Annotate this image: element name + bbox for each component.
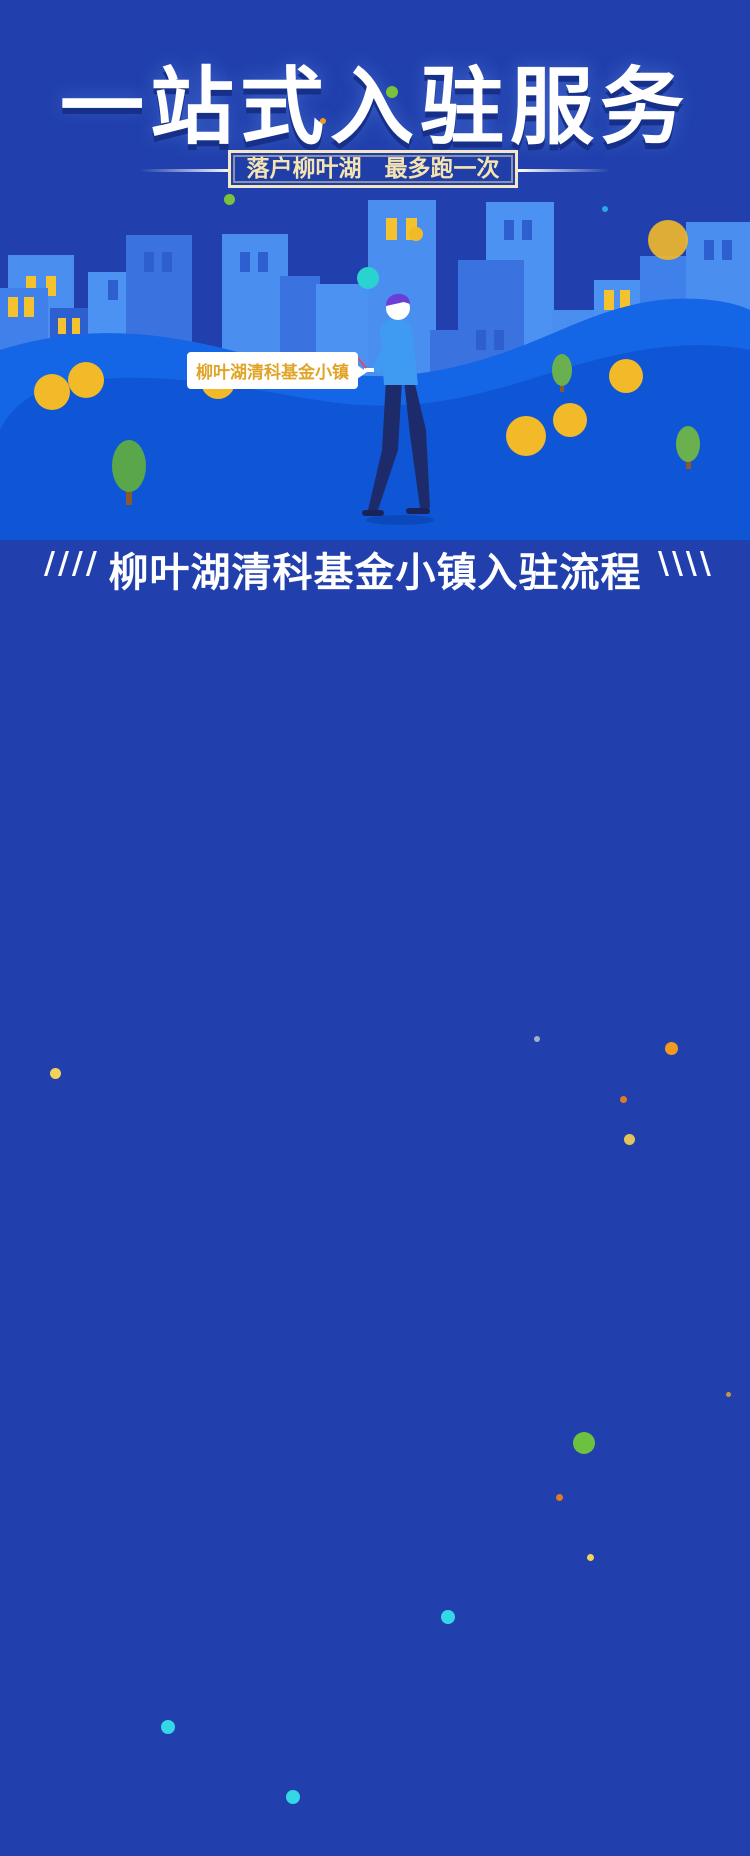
- process-heading: 柳叶湖清科基金小镇入驻流程: [108, 550, 642, 596]
- sparkle-dot: [386, 86, 398, 98]
- sparkle-dot: [534, 1036, 540, 1042]
- city-illustration: [0, 200, 750, 540]
- subtitle-line-left: [140, 169, 232, 172]
- sparkle-dot: [665, 1042, 678, 1055]
- sparkle-dot: [602, 206, 608, 212]
- sparkle-dot: [50, 1068, 61, 1079]
- sparkle-dot: [286, 1790, 300, 1804]
- hero-title: 一站式入驻服务: [59, 58, 690, 156]
- sparkle-dot: [726, 1392, 731, 1397]
- sparkle-dot: [620, 1096, 627, 1103]
- subtitle-line-right: [518, 169, 610, 172]
- slashes-right: \\\\: [658, 546, 714, 581]
- sparkle-dot: [441, 1610, 455, 1624]
- sparkle-dot: [587, 1554, 594, 1561]
- teal-dot: [357, 267, 379, 289]
- sparkle-dot: [161, 1720, 175, 1734]
- process-section-heading: //// 柳叶湖清科基金小镇入驻流程 \\\\: [0, 540, 750, 596]
- sparkle-dot: [320, 118, 326, 124]
- sparkle-dot: [573, 1432, 595, 1454]
- sparkle-dot: [624, 1134, 635, 1145]
- page: 一站式入驻服务 落户柳叶湖 最多跑一次 柳叶湖清科基金小镇 //// 柳叶湖清科…: [0, 0, 750, 1856]
- sparkle-dot: [224, 194, 235, 205]
- speech-bubble: 柳叶湖清科基金小镇: [187, 352, 367, 389]
- sparkle-dot: [556, 1494, 563, 1501]
